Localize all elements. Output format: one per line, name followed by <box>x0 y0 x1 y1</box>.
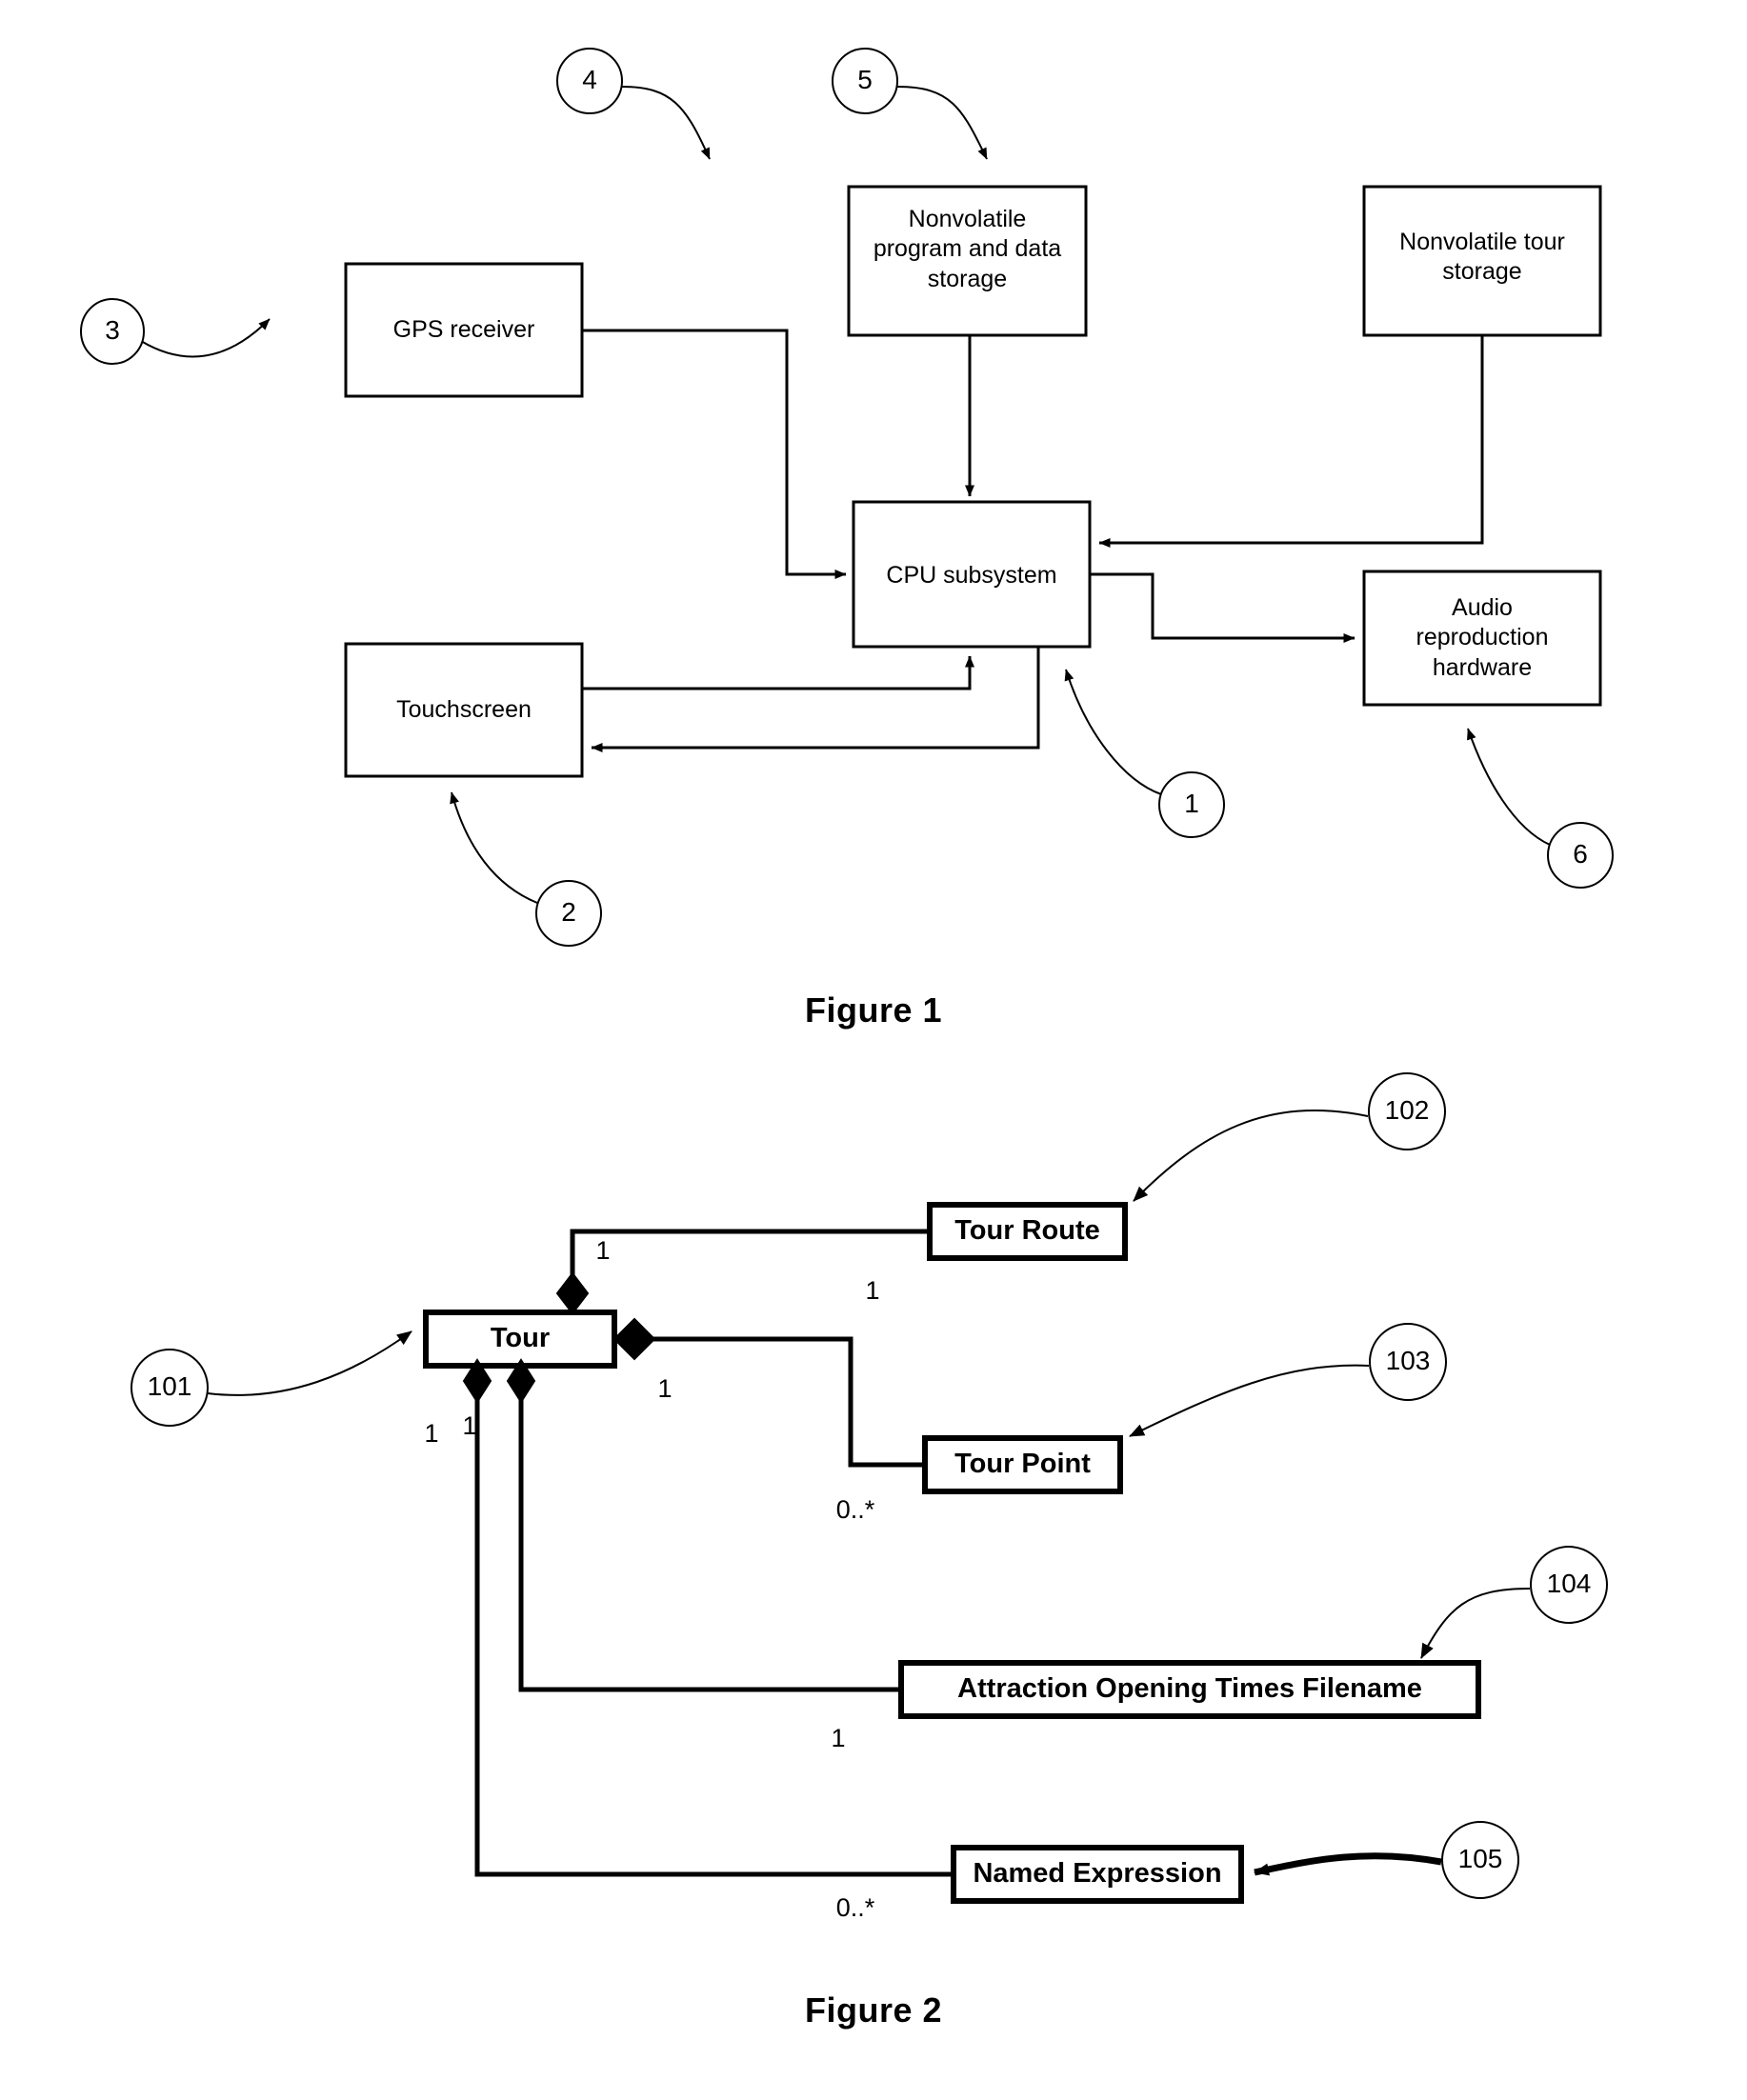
connector-gps-to-cpu <box>582 329 847 579</box>
figure2-reference-circles <box>131 1072 1608 1899</box>
leader-ref-4 <box>621 86 711 160</box>
leader-ref-5 <box>896 86 988 160</box>
box-audio-reproduction-hardware <box>1362 570 1602 707</box>
leader-ref-6 <box>1467 728 1551 846</box>
ref-circle-105 <box>1441 1821 1519 1899</box>
ref-circle-3 <box>80 298 145 365</box>
association-tour-to-attraction <box>518 1380 901 1692</box>
leader-ref-104 <box>1420 1588 1531 1659</box>
ref-circle-4 <box>556 48 623 114</box>
leader-ref-2 <box>450 791 538 904</box>
connector-touchscreen-to-cpu <box>582 655 974 690</box>
ref-circle-102 <box>1368 1072 1446 1150</box>
box-nonvolatile-tour-storage <box>1362 185 1602 337</box>
class-box-tour-point <box>922 1435 1123 1494</box>
figure2-caption: Figure 2 <box>804 1990 943 2030</box>
figure1-reference-leaders <box>140 86 1551 904</box>
patent-figure-sheet: GPS receiver Nonvolatile program and dat… <box>0 0 1747 2100</box>
class-box-tour-route <box>927 1202 1128 1261</box>
figure1-caption: Figure 1 <box>804 990 943 1030</box>
box-cpu-subsystem <box>852 500 1092 649</box>
composition-diamond-tour-route <box>555 1271 590 1315</box>
box-gps-receiver <box>344 262 584 398</box>
leader-ref-103 <box>1129 1364 1370 1437</box>
leader-ref-102 <box>1133 1109 1369 1202</box>
ref-circle-103 <box>1369 1323 1447 1401</box>
class-box-named-expression <box>951 1845 1244 1904</box>
ref-circle-6 <box>1547 822 1614 889</box>
composition-diamond-tour-point <box>612 1317 656 1361</box>
diagram-vector-layer <box>80 48 1614 1904</box>
ref-circle-101 <box>131 1349 209 1427</box>
leader-ref-105 <box>1254 1852 1442 1876</box>
leader-ref-1 <box>1064 669 1162 795</box>
leader-ref-101 <box>207 1330 412 1396</box>
figure1-boxes <box>344 185 1602 778</box>
class-box-attraction-opening-times-filename <box>898 1660 1481 1719</box>
box-touchscreen <box>344 642 584 778</box>
association-tour-to-tour-route <box>570 1229 930 1298</box>
connector-tourstorage-to-cpu <box>1098 335 1484 548</box>
leader-ref-3 <box>140 318 271 358</box>
figure2-reference-leaders <box>207 1109 1531 1876</box>
ref-circle-5 <box>832 48 898 114</box>
figure1-reference-circles <box>80 48 1614 947</box>
box-nonvolatile-program-storage <box>847 185 1088 337</box>
figure2-class-boxes <box>423 1202 1481 1904</box>
connector-cpu-to-audio <box>1090 572 1355 643</box>
connector-cpu-to-touchscreen <box>591 647 1040 752</box>
class-box-tour <box>423 1310 617 1369</box>
ref-circle-2 <box>535 880 602 947</box>
ref-circle-104 <box>1530 1546 1608 1624</box>
association-tour-to-named-expression <box>474 1380 954 1877</box>
association-tour-to-tour-point <box>629 1336 925 1468</box>
ref-circle-1 <box>1158 771 1225 838</box>
